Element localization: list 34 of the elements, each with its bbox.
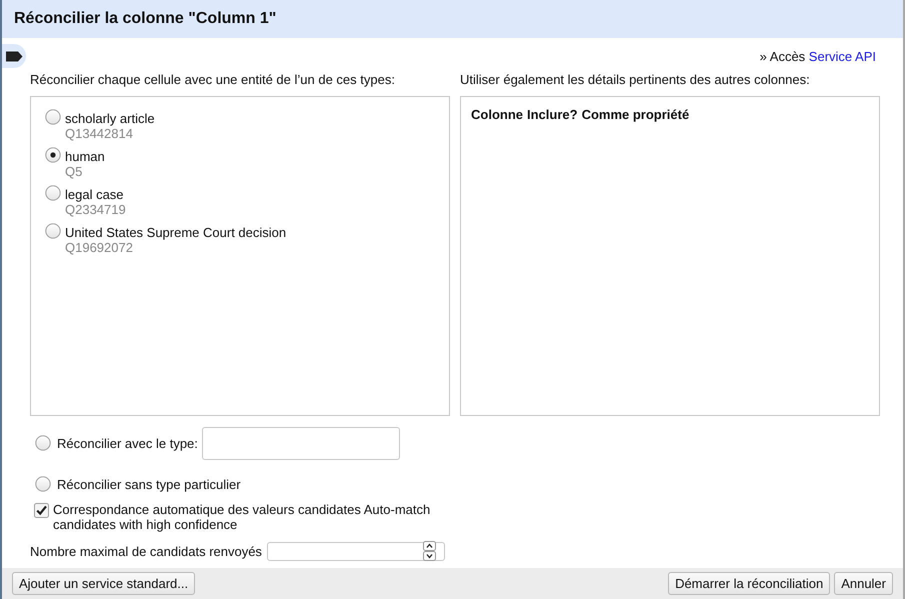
dialog-button[interactable]: Démarrer la réconciliation — [668, 572, 830, 595]
checkbox[interactable] — [34, 503, 49, 518]
service-access-text: » Accès Service API — [760, 48, 876, 64]
radio-button[interactable] — [45, 147, 61, 163]
dialog-button[interactable]: Annuler — [834, 572, 893, 595]
columns-label: Utiliser également les détails pertinents des autres colonnes: — [460, 71, 811, 89]
max-candidates-label: Nombre maximal de candidats renvoyés — [30, 544, 262, 558]
type-name: human — [65, 149, 105, 164]
spinner-icon[interactable] — [422, 541, 436, 561]
radio-button[interactable] — [45, 109, 61, 125]
type-id: Q2334719 — [65, 202, 126, 217]
type-id: Q19692072 — [65, 240, 134, 255]
types-label: Réconcilier chaque cellule avec une entité de l’un de ces types: — [30, 71, 396, 89]
radio-button[interactable] — [45, 185, 61, 201]
dialog-title: Réconcilier la colonne "Column 1" — [14, 9, 276, 29]
service-api-link[interactable]: Service API — [808, 48, 876, 64]
radio-button[interactable] — [35, 476, 51, 492]
type-name: United States Supreme Court decision — [65, 225, 286, 240]
column-header: Colonne — [471, 107, 524, 123]
option-label: Réconcilier avec le type: — [57, 436, 198, 450]
type-name: scholarly article — [65, 111, 155, 126]
radio-button[interactable] — [45, 223, 61, 239]
column-header: Inclure? — [527, 107, 579, 123]
checkbox-label: Correspondance automatique des valeurs candidates Auto-match candidates with high confidence — [53, 502, 432, 532]
type-input-field[interactable] — [202, 426, 400, 460]
column-header: Comme propriété — [582, 107, 690, 123]
type-id: Q5 — [65, 164, 84, 179]
option-label: Réconcilier sans type particulier — [57, 476, 241, 492]
max-candidates-field[interactable] — [266, 542, 445, 560]
radio-button[interactable] — [35, 435, 51, 451]
dialog-button[interactable]: Ajouter un service standard... — [12, 572, 196, 595]
tag-icon[interactable] — [6, 50, 23, 62]
type-id: Q13442814 — [65, 126, 134, 141]
type-name: legal case — [65, 187, 125, 202]
